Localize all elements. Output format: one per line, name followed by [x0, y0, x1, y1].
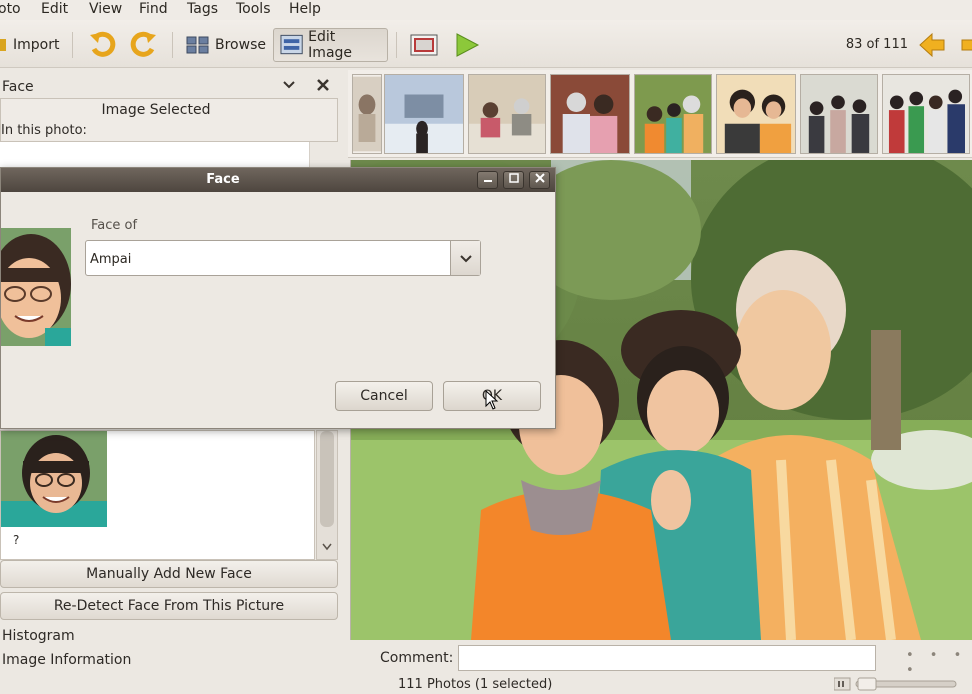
thumbnail[interactable]: [468, 74, 546, 154]
face-list-scrollbar[interactable]: [316, 430, 338, 560]
histogram-section[interactable]: Histogram: [2, 628, 75, 644]
image-information-section[interactable]: Image Information: [2, 652, 131, 668]
import-label: Import: [13, 37, 60, 53]
image-selected-box: Image Selected In this photo:: [0, 98, 338, 142]
browse-button[interactable]: Browse: [180, 28, 272, 62]
rotate-left-icon: [90, 31, 116, 57]
close-button[interactable]: [529, 171, 550, 189]
edit-image-icon: [280, 34, 303, 55]
thumbnail[interactable]: [882, 74, 970, 154]
play-icon: [456, 33, 480, 57]
rotate-right-button[interactable]: [124, 28, 164, 62]
thumbnail[interactable]: [352, 74, 382, 154]
face-name-label: ?: [13, 533, 20, 547]
slideshow-button[interactable]: [448, 28, 486, 62]
image-selected-label: Image Selected: [101, 102, 211, 118]
thumbnail[interactable]: [550, 74, 630, 154]
scrollbar-thumb[interactable]: [320, 431, 334, 527]
zoom-slider[interactable]: [834, 676, 964, 692]
menu-bar: oto Edit View Find Tags Tools Help: [0, 0, 972, 20]
chevron-down-icon[interactable]: [282, 80, 296, 90]
browse-icon: [186, 36, 209, 54]
browse-label: Browse: [215, 37, 266, 53]
edit-image-label: Edit Image: [308, 29, 353, 61]
thumbnail[interactable]: [634, 74, 712, 154]
edit-image-button[interactable]: Edit Image: [273, 28, 388, 62]
menu-tags[interactable]: Tags: [187, 1, 218, 17]
next-button[interactable]: [950, 28, 972, 62]
close-icon: [534, 173, 545, 183]
mouse-cursor-icon: [485, 390, 499, 410]
comment-label: Comment:: [380, 650, 454, 666]
menu-tools[interactable]: Tools: [236, 1, 271, 17]
dialog-title: Face: [206, 172, 240, 187]
combobox-dropdown-button[interactable]: [450, 241, 480, 275]
fullscreen-button[interactable]: [404, 28, 444, 62]
close-icon[interactable]: [316, 78, 330, 92]
status-text: 111 Photos (1 selected): [398, 677, 553, 692]
minimize-button[interactable]: [477, 171, 498, 189]
toolbar-separator: [396, 32, 397, 58]
minimize-icon: [483, 180, 492, 182]
rotate-left-button[interactable]: [82, 28, 122, 62]
face-of-label: Face of: [91, 218, 138, 233]
face-dialog: Face Face of Ampai Cancel OK: [0, 167, 556, 429]
menu-find[interactable]: Find: [139, 1, 168, 17]
panel-header: Face: [0, 72, 340, 98]
arrow-left-icon: [919, 33, 945, 57]
face-of-combobox[interactable]: Ampai: [85, 240, 481, 276]
status-bar: 111 Photos (1 selected): [350, 674, 972, 694]
thumbnail-strip: [348, 70, 972, 158]
arrow-right-icon: [961, 39, 972, 51]
comment-input[interactable]: [458, 645, 876, 671]
menu-view[interactable]: View: [89, 1, 122, 17]
dialog-title-bar: Face: [1, 168, 555, 192]
photo-counter: 83 of 111: [845, 37, 908, 52]
rotate-right-icon: [130, 31, 156, 57]
face-list[interactable]: ?: [0, 430, 315, 560]
face-of-value: Ampai: [90, 252, 132, 267]
maximize-button[interactable]: [503, 171, 524, 189]
toolbar: Import Browse Edit Image 83 of 111: [0, 20, 972, 68]
previous-button[interactable]: [912, 28, 952, 62]
face-thumbnail[interactable]: [1, 431, 107, 527]
face-preview: [1, 228, 71, 346]
menu-help[interactable]: Help: [289, 1, 321, 17]
thumbnail[interactable]: [800, 74, 878, 154]
comment-row: Comment: • • • •: [350, 642, 972, 678]
redetect-face-button[interactable]: Re-Detect Face From This Picture: [0, 592, 338, 620]
fullscreen-icon: [410, 34, 438, 56]
cancel-button[interactable]: Cancel: [335, 381, 433, 411]
menu-photo[interactable]: oto: [0, 1, 21, 17]
thumbnail[interactable]: [716, 74, 796, 154]
toolbar-separator: [172, 32, 173, 58]
chevron-down-icon: [460, 255, 472, 263]
maximize-icon: [508, 173, 519, 183]
thumbnail[interactable]: [384, 74, 464, 154]
in-this-photo-label: In this photo:: [1, 123, 87, 138]
scroll-down-icon[interactable]: [322, 543, 332, 551]
toolbar-separator: [72, 32, 73, 58]
import-button[interactable]: Import: [0, 28, 65, 62]
import-icon: [0, 39, 6, 51]
panel-title: Face: [2, 79, 34, 95]
menu-edit[interactable]: Edit: [41, 1, 68, 17]
manually-add-face-button[interactable]: Manually Add New Face: [0, 560, 338, 588]
